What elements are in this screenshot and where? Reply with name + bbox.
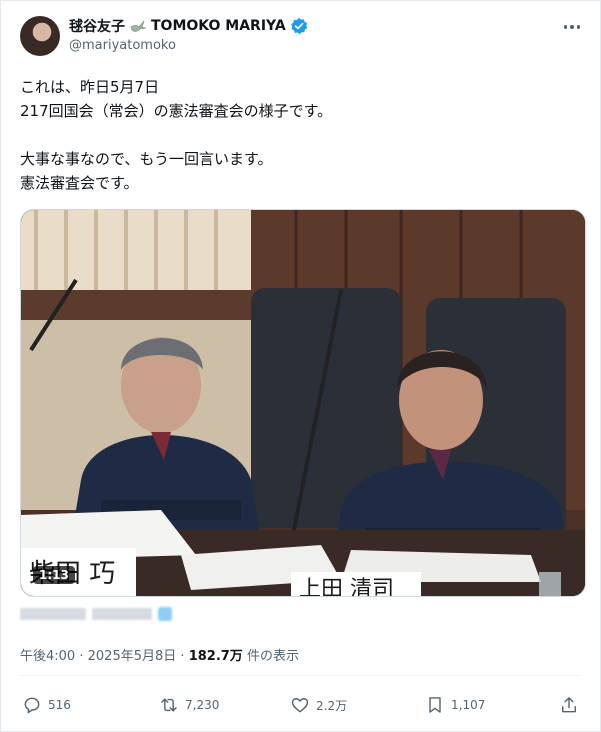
tweet-line: 217回国会（常会）の憲法審査会の様子です。: [20, 102, 333, 120]
display-name-en[interactable]: TOMOKO MARIYA: [151, 18, 286, 34]
divider: [20, 675, 581, 676]
bookmark-button[interactable]: 1,107: [425, 689, 485, 721]
action-bar: 516 7,230 2.2万 1,107: [1, 689, 601, 721]
post-time[interactable]: 午後4:00: [20, 649, 75, 664]
display-name-jp[interactable]: 毬谷友子: [69, 16, 125, 36]
nameplate-right: 上田 清司: [299, 577, 394, 596]
video-frame: 柴田 巧 上田 清司: [21, 210, 585, 596]
dove-icon: [129, 18, 147, 34]
like-button[interactable]: 2.2万: [290, 689, 347, 721]
avatar[interactable]: [20, 16, 60, 56]
verified-icon: [290, 17, 308, 35]
blurred-caption: [20, 604, 172, 624]
reply-button[interactable]: 516: [22, 689, 71, 721]
view-label: 件の表示: [246, 649, 299, 664]
meta-separator: ·: [79, 649, 84, 664]
tweet-line: 大事な事なので、もう一回言います。: [20, 150, 273, 168]
share-button[interactable]: [559, 689, 579, 721]
post-date[interactable]: 2025年5月8日: [88, 649, 177, 664]
author-handle[interactable]: @mariyatomoko: [69, 38, 176, 53]
reply-icon: [24, 697, 40, 714]
like-icon: [291, 698, 309, 713]
repost-button[interactable]: 7,230: [159, 689, 219, 721]
tweet-line: これは、昨日5月7日: [20, 78, 160, 96]
bookmark-count: 1,107: [451, 698, 486, 712]
author-name[interactable]: 毬谷友子 TOMOKO MARIYA: [69, 16, 308, 36]
tweet-meta: 午後4:00 · 2025年5月8日 · 182.7万 件の表示: [20, 645, 299, 664]
bookmark-icon: [429, 697, 441, 713]
reply-count: 516: [48, 698, 71, 712]
meta-separator: ·: [180, 649, 185, 664]
share-icon: [562, 697, 576, 713]
tweet-card: 毬谷友子 TOMOKO MARIYA @mariyatomoko これは、昨日5…: [0, 0, 601, 732]
more-icon[interactable]: [562, 21, 582, 33]
video-player[interactable]: 柴田 巧 上田 清司 1:13: [20, 209, 586, 597]
video-duration: 1:13: [33, 566, 75, 584]
repost-count: 7,230: [185, 698, 220, 712]
repost-icon: [161, 698, 177, 712]
like-count: 2.2万: [316, 698, 348, 713]
tweet-line: 憲法審査会です。: [20, 174, 139, 192]
view-count: 182.7万: [188, 649, 243, 664]
tweet-text: これは、昨日5月7日 217回国会（常会）の憲法審査会の様子です。 大事な事なの…: [20, 75, 580, 195]
